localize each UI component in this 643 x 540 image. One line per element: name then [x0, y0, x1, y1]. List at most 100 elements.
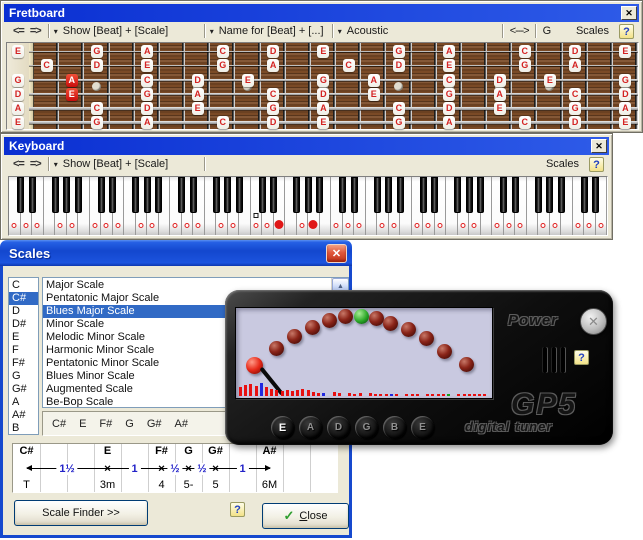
piano-black-key[interactable] — [63, 177, 70, 213]
root-item-f[interactable]: F — [9, 344, 38, 357]
scales-button[interactable]: Scales — [544, 158, 581, 170]
root-item-a-sharp[interactable]: A# — [9, 409, 38, 422]
piano-black-key[interactable] — [178, 177, 185, 213]
spectrum-bar — [473, 394, 476, 396]
piano-black-key[interactable] — [581, 177, 588, 213]
piano-black-key[interactable] — [17, 177, 24, 213]
root-item-g-sharp[interactable]: G# — [9, 383, 38, 396]
piano-black-key[interactable] — [385, 177, 392, 213]
fretboard-note-chip: A — [141, 45, 153, 58]
piano-black-key[interactable] — [213, 177, 220, 213]
piano-black-key[interactable] — [592, 177, 599, 213]
previous-beat-button[interactable]: <= — [10, 158, 27, 170]
root-item-d[interactable]: D — [9, 305, 38, 318]
piano-black-key[interactable] — [270, 177, 277, 213]
spectrum-bar — [249, 384, 252, 396]
show-mode-dropdown[interactable]: ▾ Show [Beat] + [Scale] — [54, 25, 200, 37]
scale-finder-button[interactable]: Scale Finder >> — [14, 500, 148, 526]
root-item-a[interactable]: A — [9, 396, 38, 409]
keyboard-close-button[interactable]: ✕ — [591, 139, 607, 153]
spectrum-bar — [478, 394, 481, 396]
piano-black-key[interactable] — [431, 177, 438, 213]
piano-black-key[interactable] — [144, 177, 151, 213]
previous-beat-button[interactable]: <= — [10, 25, 27, 37]
piano-black-key[interactable] — [374, 177, 381, 213]
piano-black-key[interactable] — [500, 177, 507, 213]
piano-black-key[interactable] — [351, 177, 358, 213]
spectrum-bar — [239, 387, 242, 396]
piano-note-ring — [23, 223, 28, 228]
next-beat-button[interactable]: => — [27, 25, 44, 37]
root-item-b[interactable]: B — [9, 422, 38, 435]
close-button[interactable]: ✓ Close — [262, 503, 349, 529]
spectrum-bar — [244, 385, 247, 396]
piano-black-key[interactable] — [512, 177, 519, 213]
piano-black-key[interactable] — [98, 177, 105, 213]
piano-black-key[interactable] — [397, 177, 404, 213]
name-mode-dropdown[interactable]: ▾ Name for [Beat] + [...] — [210, 25, 328, 37]
root-item-f-sharp[interactable]: F# — [9, 357, 38, 370]
root-note-list[interactable]: CC#DD#EFF#GG#AA#B — [8, 277, 39, 435]
piano-black-key[interactable] — [466, 177, 473, 213]
root-item-c[interactable]: C — [9, 279, 38, 292]
help-icon[interactable]: ? — [230, 502, 245, 517]
piano-black-key[interactable] — [236, 177, 243, 213]
keyboard-titlebar[interactable]: Keyboard ✕ — [4, 137, 609, 155]
piano[interactable] — [8, 176, 608, 236]
piano-black-key[interactable] — [190, 177, 197, 213]
tuner-string-button-3-d[interactable]: D — [327, 416, 350, 439]
spectrum-bar — [416, 394, 419, 396]
fretboard-note-chip: A — [443, 45, 455, 58]
root-item-d-sharp[interactable]: D# — [9, 318, 38, 331]
tuner-sublabel: digital tuner — [465, 419, 552, 434]
help-icon[interactable]: ? — [589, 157, 604, 172]
middle-c-marker — [253, 213, 258, 218]
piano-black-key[interactable] — [293, 177, 300, 213]
piano-black-key[interactable] — [339, 177, 346, 213]
root-item-g[interactable]: G — [9, 370, 38, 383]
piano-black-key[interactable] — [477, 177, 484, 213]
spectrum-bar — [385, 394, 388, 396]
help-icon[interactable]: ? — [574, 350, 589, 365]
piano-black-key[interactable] — [546, 177, 553, 213]
tuner-string-button-4-g[interactable]: G — [355, 416, 378, 439]
scales-titlebar[interactable]: Scales ✕ — [0, 240, 352, 266]
power-button[interactable]: ✕ — [580, 308, 607, 335]
fretboard-titlebar[interactable]: Fretboard ✕ — [4, 4, 639, 22]
tuner-string-button-2-a[interactable]: A — [299, 416, 322, 439]
piano-black-key[interactable] — [259, 177, 266, 213]
fretboard-graphic[interactable]: EGACDEGACDECDEGACDEGAGACDEGACDEGDEGACDEG… — [6, 42, 639, 130]
help-icon[interactable]: ? — [619, 24, 634, 39]
piano-black-key[interactable] — [535, 177, 542, 213]
piano-black-key[interactable] — [316, 177, 323, 213]
tuner-ball-red — [383, 316, 398, 331]
piano-black-key[interactable] — [305, 177, 312, 213]
piano-black-key[interactable] — [109, 177, 116, 213]
piano-black-key[interactable] — [224, 177, 231, 213]
show-mode-dropdown[interactable]: ▾ Show [Beat] + [Scale] — [54, 158, 200, 170]
keyboard-toolbar: <= => ▾ Show [Beat] + [Scale] Scales ? — [4, 155, 609, 173]
tuner-ball-red — [369, 311, 384, 326]
instrument-dropdown[interactable]: ▾ Acoustic — [338, 25, 498, 37]
diagram-degree-label: 6M — [262, 479, 277, 491]
next-beat-button[interactable]: => — [27, 158, 44, 170]
scales-close-button[interactable]: ✕ — [326, 244, 347, 263]
root-item-e[interactable]: E — [9, 331, 38, 344]
piano-black-key[interactable] — [420, 177, 427, 213]
piano-black-key[interactable] — [75, 177, 82, 213]
spectrum-bar — [447, 394, 450, 396]
piano-black-key[interactable] — [454, 177, 461, 213]
tuner-string-button-5-b[interactable]: B — [383, 416, 406, 439]
span-mode-button[interactable]: <---> — [508, 25, 531, 37]
root-item-c-sharp[interactable]: C# — [9, 292, 38, 305]
fretboard-close-button[interactable]: ✕ — [621, 6, 637, 20]
tuner-string-button-6-e[interactable]: E — [411, 416, 434, 439]
scales-button[interactable]: Scales — [574, 25, 611, 37]
piano-black-key[interactable] — [29, 177, 36, 213]
piano-black-key[interactable] — [558, 177, 565, 213]
tuner-string-button-1-e[interactable]: E — [271, 416, 294, 439]
piano-black-key[interactable] — [155, 177, 162, 213]
piano-black-key[interactable] — [132, 177, 139, 213]
piano-black-key[interactable] — [52, 177, 59, 213]
fretboard-note-chip: G — [317, 74, 329, 87]
